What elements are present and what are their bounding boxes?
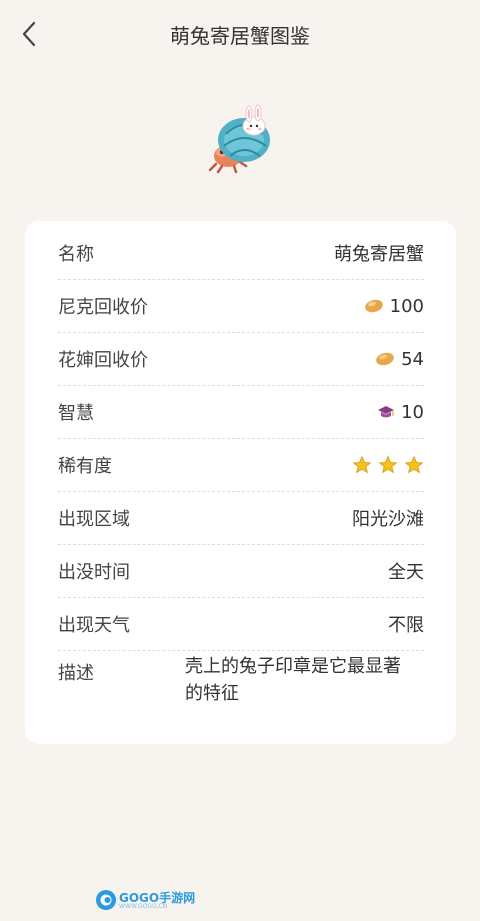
weather-value: 不限	[388, 615, 424, 636]
huakun-price-label: 花婶回收价	[58, 350, 148, 371]
area-label: 出现区域	[58, 509, 130, 530]
info-card: 名称 萌兔寄居蟹 尼克回收价 100 花婶回收价 54 智慧 10 稀有度 出现…	[25, 221, 456, 744]
rarity-label: 稀有度	[58, 456, 112, 477]
description-label: 描述	[58, 663, 94, 684]
watermark-icon	[96, 890, 116, 910]
row-name: 名称 萌兔寄居蟹	[58, 227, 424, 280]
row-weather: 出现天气 不限	[58, 598, 424, 651]
wisdom-value-group: 10	[377, 402, 424, 423]
star-icon	[404, 455, 424, 474]
time-label: 出没时间	[58, 562, 130, 583]
nick-price-value-group: 100	[364, 296, 424, 317]
wisdom-label: 智慧	[58, 403, 94, 424]
wisdom-value: 10	[401, 401, 424, 423]
nick-price-value: 100	[389, 295, 424, 317]
bean-icon	[364, 298, 384, 314]
header: 萌兔寄居蟹图鉴	[0, 0, 480, 68]
weather-label: 出现天气	[58, 615, 130, 636]
name-value: 萌兔寄居蟹	[334, 244, 424, 265]
star-icon	[378, 455, 398, 474]
graduation-cap-icon	[377, 404, 395, 420]
description-value: 壳上的兔子印章是它最显著的特征	[185, 656, 401, 704]
area-value: 阳光沙滩	[352, 509, 424, 530]
row-time: 出没时间 全天	[58, 545, 424, 598]
page-title: 萌兔寄居蟹图鉴	[170, 24, 310, 48]
star-icon	[352, 455, 372, 474]
row-huakun-price: 花婶回收价 54	[58, 333, 424, 386]
nick-price-label: 尼克回收价	[58, 297, 148, 318]
rarity-stars	[352, 455, 424, 475]
row-wisdom: 智慧 10	[58, 386, 424, 439]
watermark-logo: GOGO手游网 WWW.GOGO.CN	[95, 887, 195, 913]
huakun-price-value-group: 54	[375, 349, 424, 370]
row-description: 描述 壳上的兔子印章是它最显著的特征	[58, 656, 424, 707]
watermark-url: WWW.GOGO.CN	[119, 903, 168, 910]
time-value: 全天	[388, 562, 424, 583]
bean-icon	[375, 351, 395, 367]
row-rarity: 稀有度	[58, 439, 424, 492]
row-nick-price: 尼克回收价 100	[58, 280, 424, 333]
bunny-hermit-crab-icon	[200, 104, 280, 184]
huakun-price-value: 54	[401, 348, 424, 370]
row-area: 出现区域 阳光沙滩	[58, 492, 424, 545]
name-label: 名称	[58, 244, 94, 265]
